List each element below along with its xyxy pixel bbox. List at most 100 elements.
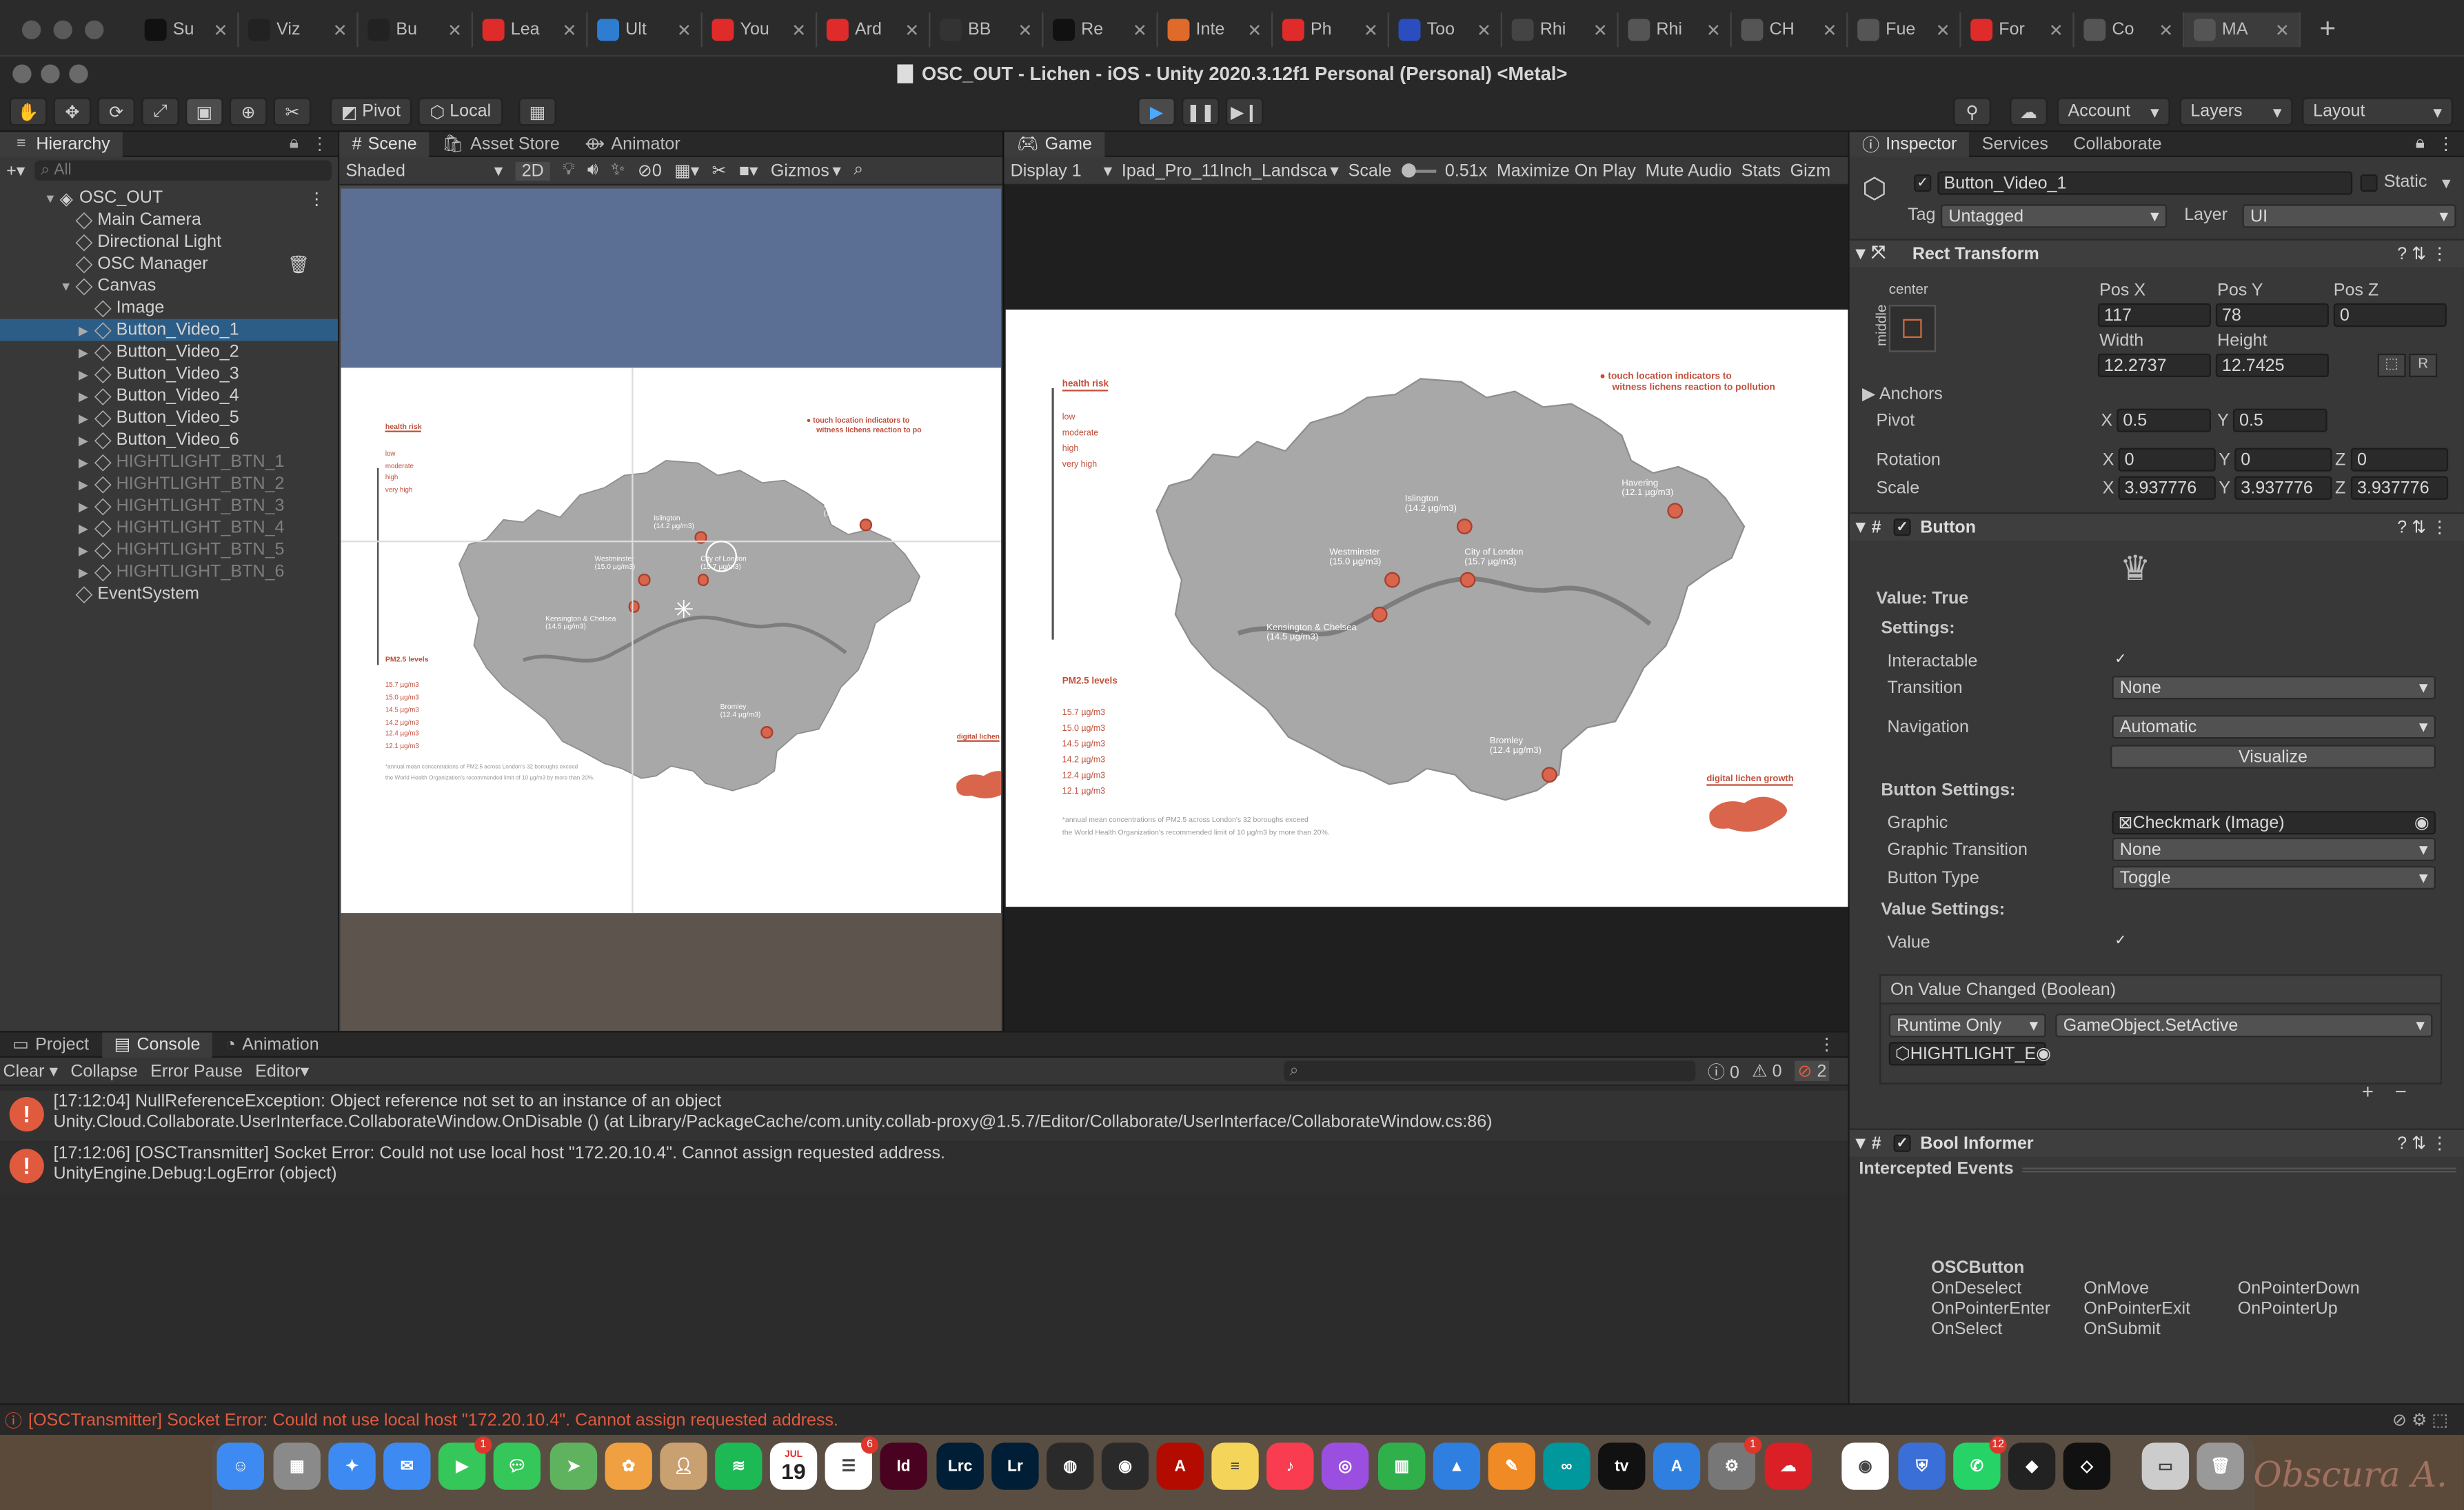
method-dropdown[interactable]: GameObject.SetActive ▾ [2055,1014,2433,1038]
rotation-x-field[interactable]: 0 [2118,447,2216,472]
hierarchy-item[interactable]: ▶ HIGHTLIGHT_BTN_4 [0,517,338,539]
close-tab-icon[interactable]: ✕ [2275,19,2290,40]
tab-console[interactable]: ▤ Console [101,1031,213,1057]
width-field[interactable]: 12.2737 [2097,353,2211,378]
mail-icon[interactable]: ✉ [383,1442,431,1490]
status-icons[interactable]: ⊘ ⚙ ⬚ [2392,1410,2448,1430]
expand-arrow-icon[interactable]: ▶ [79,411,94,425]
obs-icon[interactable]: ◉ [1101,1442,1149,1490]
more-options-icon[interactable]: ⋮ [2437,134,2454,154]
expand-arrow-icon[interactable]: ▶ [79,433,94,447]
hierarchy-item[interactable]: OSC Manager 🗑︎ [0,253,338,275]
location-indicator-button[interactable] [859,519,872,532]
search-icon[interactable]: ⌕ [854,160,863,181]
calendar-icon[interactable]: JUL 19 [769,1442,818,1490]
active-checkbox[interactable]: ✓ [1914,174,1932,192]
close-tab-icon[interactable]: ✕ [1018,19,1032,40]
scale-x-field[interactable]: 3.937776 [2118,476,2216,500]
component-menu-icons[interactable]: ? ⇅ ⋮ [2397,517,2448,537]
posz-field[interactable]: 0 [2333,303,2447,328]
component-menu-icons[interactable]: ? ⇅ ⋮ [2397,1133,2448,1154]
close-tab-icon[interactable]: ✕ [1364,19,1378,40]
hierarchy-item[interactable]: Main Camera [0,209,338,231]
browser-tab[interactable]: Su ✕ [135,12,239,48]
browser-tab[interactable]: Viz ✕ [239,12,359,48]
editor-dropdown[interactable]: Editor▾ [255,1061,309,1081]
browser-tab[interactable]: Too ✕ [1389,12,1503,48]
lock-icon[interactable]: 🔒︎ [2416,134,2425,154]
raw-edit-button[interactable]: R [2409,353,2438,378]
chevron-down-icon[interactable]: ▾ [2442,173,2451,193]
component-enabled-checkbox[interactable]: ✓ [1893,1134,1911,1152]
anchor-preset-button[interactable] [1888,305,1937,352]
hierarchy-item[interactable]: ▶ Button_Video_5 [0,407,338,429]
location-indicator-button[interactable] [760,726,774,738]
button-component-header[interactable]: ▼ # ✓ Button ? ⇅ ⋮ [1849,512,2464,541]
location-indicator-button[interactable] [1371,606,1388,623]
close-tab-icon[interactable]: ✕ [1936,19,1950,40]
blender-icon[interactable]: ◍ [1047,1442,1094,1490]
error-pause-toggle[interactable]: Error Pause [150,1062,243,1080]
layer-dropdown[interactable]: UI ▾ [2242,204,2456,228]
tab-scene[interactable]: # Scene [339,131,430,157]
2d-toggle[interactable]: 2D [515,161,550,180]
close-window-icon[interactable] [12,64,32,83]
pivot-x-field[interactable]: 0.5 [2117,408,2211,432]
pause-button[interactable]: ❚❚ [1182,97,1220,126]
game-map-canvas[interactable]: health risk low moderate high very high ● tou… [1005,310,1848,907]
object-picker-icon[interactable]: ◉ [2036,1043,2051,1064]
expand-arrow-icon[interactable]: ▶ [79,389,94,403]
unity-icon[interactable]: ◇ [2063,1442,2111,1490]
location-indicator-button[interactable] [1456,519,1473,534]
hierarchy-search-input[interactable]: ⌕ All [34,160,332,181]
tab-collaborate[interactable]: Collaborate [2061,131,2174,156]
tab-asset-store[interactable]: 🛍︎ Asset Store [430,131,572,156]
expand-arrow-icon[interactable]: ▶ [79,345,94,359]
location-indicator-button[interactable] [627,600,640,613]
vpn-icon[interactable]: ⛨ [1898,1442,1946,1490]
close-tab-icon[interactable]: ✕ [905,19,919,40]
resolution-dropdown[interactable]: Ipad_Pro_11Inch_Landsca ▾ [1122,160,1339,181]
lightroom-icon[interactable]: Lr [991,1442,1039,1490]
shading-dropdown[interactable]: Shaded ▾ [345,160,503,181]
browser-tab[interactable]: MA ✕ [2184,12,2301,48]
expand-arrow-icon[interactable]: ▶ [79,455,94,470]
value-checkbox[interactable]: ✓ [2112,932,2129,949]
layers-dropdown[interactable]: Layers ▾ [2179,97,2293,126]
hand-tool-button[interactable]: ✋ [9,97,48,126]
browser-tab[interactable]: BB ✕ [930,12,1044,48]
scale-slider[interactable] [1401,162,1436,177]
new-tab-icon[interactable]: + [2319,12,2336,46]
grid-icon[interactable]: ▦▾ [674,160,699,181]
rotate-tool-button[interactable]: ⟳ [97,97,136,126]
location-indicator-button[interactable] [1541,767,1557,783]
runtime-dropdown[interactable]: Runtime Only ▾ [1888,1014,2046,1038]
expand-arrow-icon[interactable]: ▶ [79,323,94,337]
numbers-icon[interactable]: ▥ [1377,1442,1426,1490]
transition-dropdown[interactable]: None ▾ [2112,676,2436,700]
tools-icon[interactable]: ✂ [712,160,727,181]
console-search-input[interactable]: ⌕ [1283,1060,1695,1082]
expand-arrow-icon[interactable]: ▶ [79,477,94,492]
zoom-window-icon[interactable] [85,20,104,39]
lighting-icon[interactable]: 💡︎ [563,160,575,181]
collab-button[interactable]: ⚲ [1953,97,1991,126]
bool-informer-header[interactable]: ▼ # ✓ Bool Informer ? ⇅ ⋮ [1849,1128,2464,1157]
close-tab-icon[interactable]: ✕ [562,19,576,40]
location-indicator-button[interactable] [696,573,709,586]
location-indicator-button[interactable] [1384,572,1400,588]
maximize-on-play-toggle[interactable]: Maximize On Play [1497,161,1636,180]
hierarchy-item[interactable]: ▶ Button_Video_2 [0,341,338,363]
tv-icon[interactable]: tv [1598,1442,1646,1490]
graphic-transition-dropdown[interactable]: None ▾ [2112,837,2436,862]
close-tab-icon[interactable]: ✕ [677,19,691,40]
hierarchy-item[interactable]: ▶ Button_Video_1 [0,319,339,341]
close-tab-icon[interactable]: ✕ [447,19,462,40]
trash-icon[interactable]: 🗑︎ [2197,1442,2244,1490]
expand-arrow-icon[interactable]: ▶ [79,367,94,381]
browser-tab[interactable]: You ✕ [703,12,818,48]
expand-arrow-icon[interactable]: ▶ [79,543,94,557]
posx-field[interactable]: 117 [2097,303,2211,328]
location-indicator-button[interactable] [694,531,707,544]
music-icon[interactable]: ♪ [1266,1442,1314,1490]
